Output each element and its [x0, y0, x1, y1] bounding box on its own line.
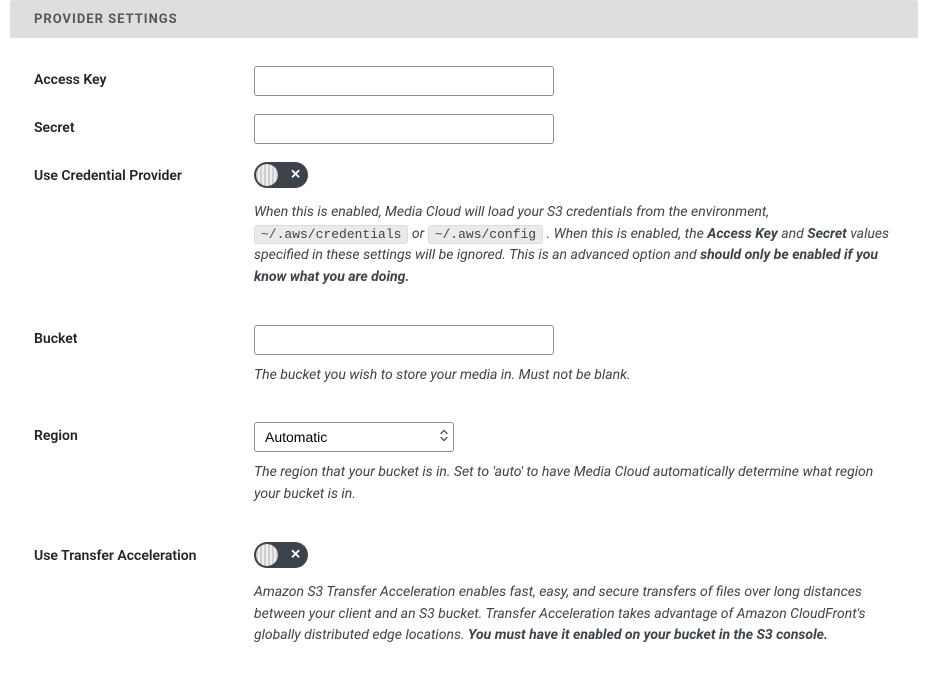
code-aws-credentials: ~/.aws/credentials	[254, 225, 408, 244]
panel-title: PROVIDER SETTINGS	[34, 12, 178, 27]
strong-access-key: Access Key	[707, 226, 778, 242]
row-access-key: Access Key	[34, 48, 894, 96]
strong-note: You must have it enabled on your bucket …	[468, 627, 828, 643]
region-select[interactable]: Automatic	[254, 422, 454, 452]
x-icon: ✕	[290, 547, 301, 562]
desc-text: or	[412, 226, 428, 242]
panel-header: PROVIDER SETTINGS	[10, 0, 918, 38]
label-secret: Secret	[34, 114, 254, 136]
desc-region: The region that your bucket is in. Set t…	[254, 462, 894, 505]
desc-use-credential-provider: When this is enabled, Media Cloud will l…	[254, 202, 894, 289]
row-use-credential-provider: Use Credential Provider ✕ When this is e…	[34, 144, 894, 289]
label-region: Region	[34, 422, 254, 444]
transfer-acceleration-toggle[interactable]: ✕	[254, 542, 308, 568]
bucket-input[interactable]	[254, 325, 554, 355]
select-wrap: Automatic	[254, 422, 454, 452]
control-access-key	[254, 66, 894, 96]
control-secret	[254, 114, 894, 144]
use-credential-provider-toggle[interactable]: ✕	[254, 162, 308, 188]
label-bucket: Bucket	[34, 325, 254, 347]
row-region: Region Automatic The region that your bu…	[34, 404, 894, 505]
desc-text: When this is enabled, Media Cloud will l…	[254, 204, 769, 220]
control-use-credential-provider: ✕ When this is enabled, Media Cloud will…	[254, 162, 894, 289]
provider-settings-panel: PROVIDER SETTINGS Access Key Secret Use …	[10, 0, 918, 671]
row-transfer-acceleration: Use Transfer Acceleration ✕ Amazon S3 Tr…	[34, 524, 894, 647]
label-transfer-acceleration: Use Transfer Acceleration	[34, 542, 254, 564]
code-aws-config: ~/.aws/config	[428, 225, 543, 244]
secret-input[interactable]	[254, 114, 554, 144]
strong-secret: Secret	[807, 226, 847, 242]
row-bucket: Bucket The bucket you wish to store your…	[34, 307, 894, 387]
desc-text: and	[781, 226, 807, 242]
desc-bucket: The bucket you wish to store your media …	[254, 365, 894, 387]
desc-text: . When this is enabled, the	[547, 226, 708, 242]
label-access-key: Access Key	[34, 66, 254, 88]
desc-transfer-acceleration: Amazon S3 Transfer Acceleration enables …	[254, 582, 894, 647]
label-use-credential-provider: Use Credential Provider	[34, 162, 254, 184]
control-region: Automatic The region that your bucket is…	[254, 422, 894, 505]
row-secret: Secret	[34, 96, 894, 144]
panel-body: Access Key Secret Use Credential Provide…	[10, 38, 918, 671]
control-transfer-acceleration: ✕ Amazon S3 Transfer Acceleration enable…	[254, 542, 894, 647]
access-key-input[interactable]	[254, 66, 554, 96]
toggle-knob	[256, 544, 278, 566]
x-icon: ✕	[290, 168, 301, 183]
toggle-knob	[256, 164, 278, 186]
control-bucket: The bucket you wish to store your media …	[254, 325, 894, 387]
